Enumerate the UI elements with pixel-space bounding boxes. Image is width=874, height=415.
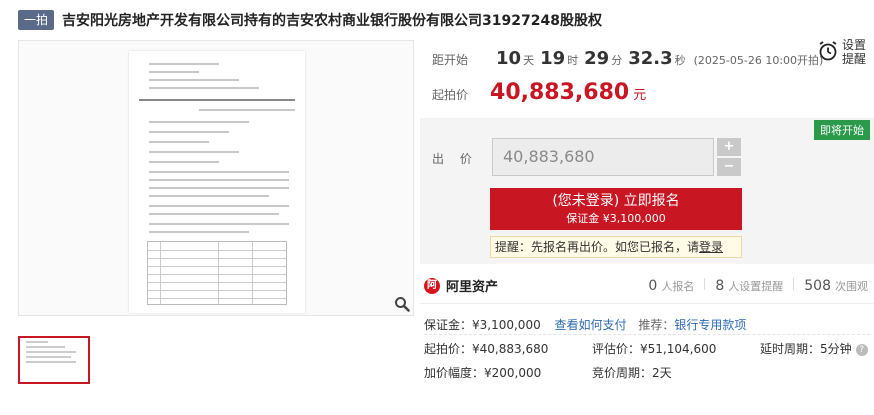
bid-label: 出 价: [432, 152, 478, 166]
countdown-days-unit: 天: [523, 54, 535, 67]
signup-notice: 提醒：先报名再出价。如您已报名，请登录: [490, 236, 742, 258]
countdown-hours: 19: [540, 48, 566, 69]
recommend-link[interactable]: 银行专用款项: [674, 318, 746, 332]
reminder-count-label: 人设置提醒: [728, 280, 784, 293]
platform-row: 阿 阿里资产 0 人报名 8 人设置提醒 508 次围观: [420, 270, 874, 304]
page-title: 吉安阳光房地产开发有限公司持有的吉安农村商业银行股份有限公司31927248股股…: [62, 13, 602, 29]
countdown-start-time: (2025-05-26 10:00开拍): [693, 54, 824, 67]
delay-period-value: 延时周期：5分钟: [760, 342, 852, 356]
document-page-image: [129, 51, 305, 313]
start-price-row: 起拍价 40,883,680 元: [432, 80, 646, 105]
reminder-count: 8: [715, 278, 725, 294]
countdown-seconds-unit: 秒: [674, 54, 686, 67]
document-table-image: [147, 241, 287, 305]
preview-thumbnail[interactable]: [18, 336, 90, 384]
help-icon[interactable]: ?: [855, 343, 868, 356]
signup-count: 0: [648, 278, 658, 294]
start-price-value: 40,883,680: [490, 80, 630, 105]
platform-name: 阿里资产: [446, 280, 499, 295]
divider: [793, 278, 795, 290]
auction-stats: 0 人报名 8 人设置提醒 508 次围观: [638, 278, 868, 294]
auction-summary: 距开始 10 天 19 时 29 分 32.3 秒 (2025-05-26 10…: [420, 36, 874, 116]
reminder-label-line2: 提醒: [841, 52, 866, 66]
bid-panel: 即将开始 出 价 40,883,680 + − (您未登录) 立即报名 保证金 …: [420, 118, 874, 264]
notice-text: 提醒：先报名再出价。如您已报名，请: [495, 240, 700, 254]
detail-delay-period: 延时周期：5分钟?: [760, 340, 868, 357]
reminder-label: 设置 提醒: [842, 38, 866, 66]
auction-round-badge: 一拍: [18, 10, 55, 30]
divider: [424, 334, 870, 335]
bid-amount-input[interactable]: 40,883,680: [492, 138, 714, 176]
zoom-icon[interactable]: [394, 296, 410, 312]
set-reminder-button[interactable]: 设置 提醒: [808, 38, 866, 66]
countdown-days: 10: [496, 48, 522, 69]
countdown-minutes-unit: 分: [611, 54, 623, 67]
deposit-row: 保证金：¥3,100,000 查看如何支付 推荐：银行专用款项: [424, 316, 746, 333]
recommend-label: 推荐：: [638, 318, 675, 332]
alarm-clock-icon: [819, 41, 837, 61]
deposit-value: 保证金：¥3,100,000: [424, 318, 541, 332]
countdown-hours-unit: 时: [567, 54, 579, 67]
signup-button[interactable]: (您未登录) 立即报名 保证金 ¥3,100,000: [490, 188, 742, 230]
view-count-label: 次围观: [835, 280, 868, 293]
countdown-label: 距开始: [432, 53, 469, 67]
ali-asset-logo-icon: 阿: [424, 277, 440, 294]
detail-increment: 加价幅度：¥200,000: [424, 366, 542, 380]
start-price-label: 起拍价: [432, 88, 469, 102]
countdown: 距开始 10 天 19 时 29 分 32.3 秒 (2025-05-26 10…: [432, 48, 823, 69]
signup-button-label: (您未登录) 立即报名: [552, 193, 680, 209]
increase-bid-button[interactable]: +: [717, 138, 741, 156]
platform-logo[interactable]: 阿 阿里资产: [424, 276, 498, 295]
reminder-label-line1: 设置: [841, 38, 866, 52]
view-count: 508: [804, 278, 831, 294]
document-preview[interactable]: [18, 40, 414, 316]
signup-count-label: 人报名: [661, 280, 695, 293]
start-price-unit: 元: [633, 88, 647, 103]
countdown-seconds: 32.3: [628, 48, 673, 69]
detail-start-price: 起拍价：¥40,883,680: [424, 342, 549, 356]
signup-deposit-label: 保证金 ¥3,100,000: [566, 212, 666, 225]
status-badge: 即将开始: [814, 120, 870, 140]
countdown-minutes: 29: [584, 48, 610, 69]
decrease-bid-button[interactable]: −: [717, 158, 741, 176]
divider: [704, 278, 706, 290]
detail-bid-period: 竞价周期：2天: [592, 366, 672, 380]
how-to-pay-link[interactable]: 查看如何支付: [555, 318, 627, 332]
title-row: 一拍 吉安阳光房地产开发有限公司持有的吉安农村商业银行股份有限公司3192724…: [18, 8, 602, 32]
login-link[interactable]: 登录: [699, 240, 723, 254]
detail-appraisal-price: 评估价：¥51,104,600: [592, 342, 717, 356]
